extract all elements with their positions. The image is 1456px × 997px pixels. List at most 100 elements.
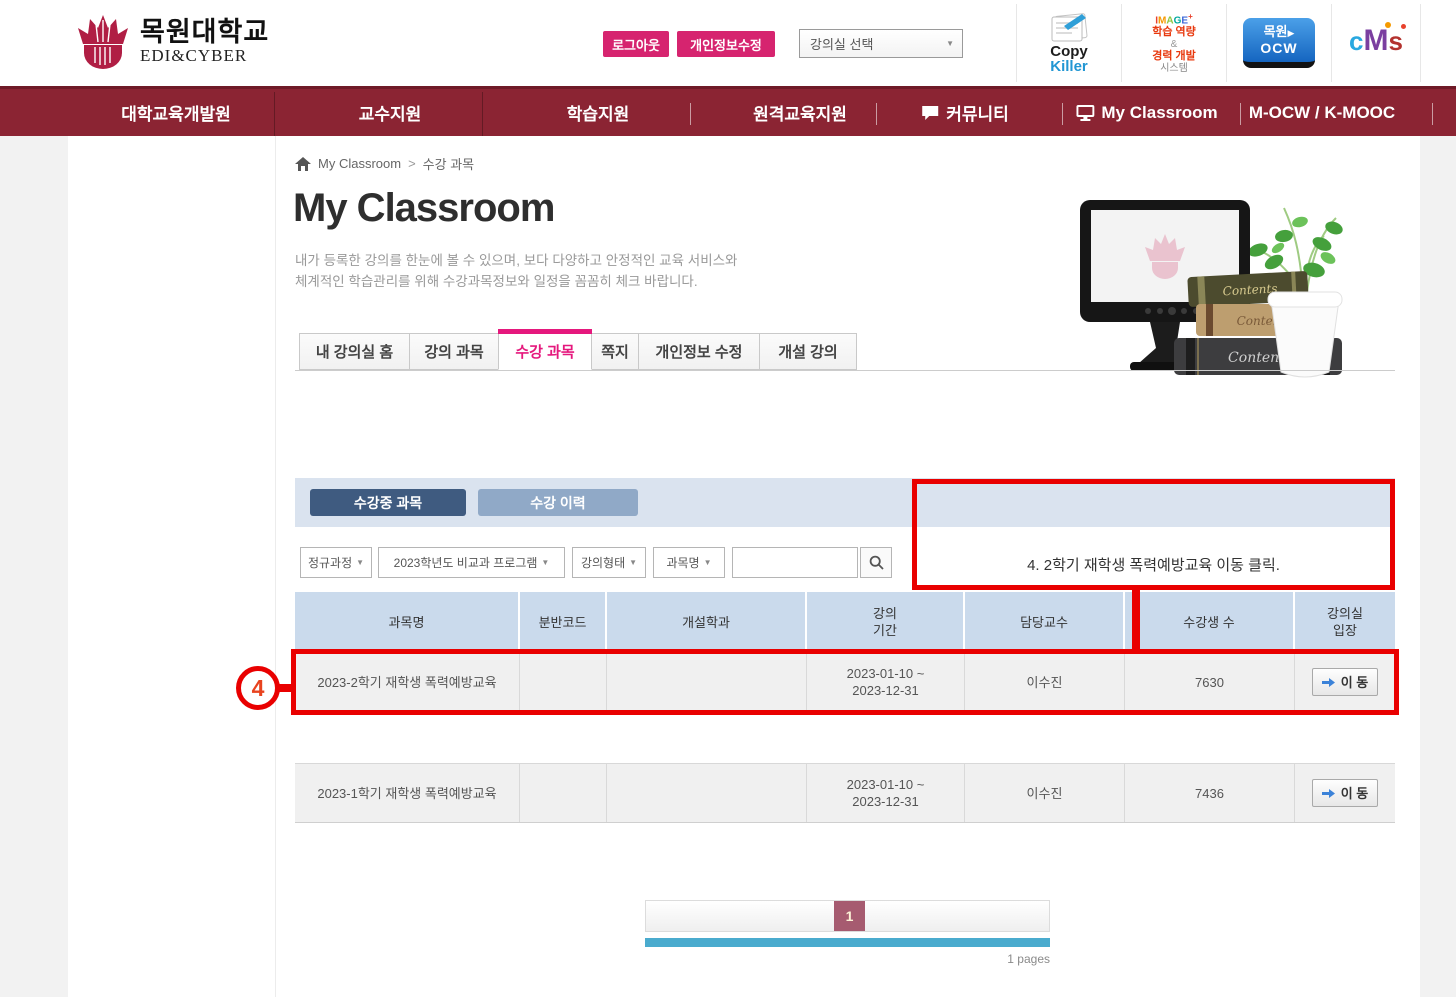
col-header-department: 개설학과 bbox=[607, 592, 807, 652]
divider bbox=[1062, 103, 1063, 125]
nav-item-professor-support[interactable]: 교수지원 bbox=[359, 89, 422, 136]
ocw-line2: OCW bbox=[1260, 41, 1297, 56]
course-history-button[interactable]: 수강 이력 bbox=[478, 489, 638, 516]
nav-item-my-classroom[interactable]: My Classroom bbox=[1076, 89, 1217, 136]
logout-button[interactable]: 로그아웃 bbox=[603, 31, 669, 57]
pagination-bar: 1 bbox=[645, 900, 1050, 932]
col-header-period: 강의기간 bbox=[807, 592, 965, 652]
university-logo[interactable]: 목원대학교 EDI&CYBER bbox=[76, 14, 269, 70]
image-plus-system-link[interactable]: IMAGE+ 학습 역량 & 경력 개발 시스템 bbox=[1122, 0, 1226, 86]
page-description-line2: 체계적인 학습관리를 위해 수강과목정보와 일정을 꼼꼼히 체크 바랍니다. bbox=[295, 271, 737, 292]
main-navigation: 대학교육개발원 교수지원 학습지원 원격교육지원 커뮤니티 My Classro… bbox=[0, 86, 1456, 136]
move-button[interactable]: 이 동 bbox=[1312, 779, 1378, 807]
cell-class-code bbox=[520, 764, 607, 822]
cell-department bbox=[607, 764, 807, 822]
breadcrumb: My Classroom > 수강 과목 bbox=[295, 154, 474, 173]
current-courses-button[interactable]: 수강중 과목 bbox=[310, 489, 466, 516]
cell-subject: 2023-1학기 재학생 폭력예방교육 bbox=[295, 764, 520, 822]
nav-item-learning-support[interactable]: 학습지원 bbox=[567, 89, 630, 136]
tab-opened-lectures[interactable]: 개설 강의 bbox=[759, 333, 857, 370]
image-plus-line1: 학습 역량 bbox=[1152, 26, 1196, 39]
progress-bar bbox=[645, 938, 1050, 947]
copykiller-line2: Killer bbox=[1050, 59, 1088, 75]
col-header-subject: 과목명 bbox=[295, 592, 520, 652]
col-header-professor: 담당교수 bbox=[965, 592, 1125, 652]
table-row: 2023-1학기 재학생 폭력예방교육 2023-01-10 ~2023-12-… bbox=[295, 763, 1395, 823]
left-gutter bbox=[0, 136, 68, 997]
image-plus-title: IMAGE+ bbox=[1155, 11, 1192, 26]
logo-univ-name: 목원대학교 bbox=[140, 18, 269, 46]
copykiller-document-icon bbox=[1046, 12, 1092, 42]
chevron-down-icon: ▼ bbox=[541, 558, 549, 567]
course-type-filter[interactable]: 정규과정▼ bbox=[300, 547, 372, 578]
pages-label: 1 pages bbox=[645, 952, 1050, 966]
classroom-tabs: 내 강의실 홈 강의 과목 수강 과목 쪽지 개인정보 수정 개설 강의 bbox=[300, 333, 857, 370]
tab-edit-personal-info[interactable]: 개인정보 수정 bbox=[638, 333, 760, 370]
search-icon bbox=[869, 555, 884, 570]
home-icon bbox=[295, 157, 311, 171]
divider bbox=[274, 92, 275, 136]
tab-lecture-subjects[interactable]: 강의 과목 bbox=[409, 333, 499, 370]
course-table-header: 과목명 분반코드 개설학과 강의기간 담당교수 수강생 수 강의실입장 bbox=[295, 592, 1395, 652]
divider bbox=[876, 103, 877, 125]
nav-item-mocw-kmooc[interactable]: M-OCW / K-MOOC bbox=[1249, 89, 1395, 136]
search-input[interactable] bbox=[732, 547, 858, 578]
annotation-step-text: 4. 2학기 재학생 폭력예방교육 이동 클릭. bbox=[917, 554, 1390, 575]
monitor-icon bbox=[1076, 105, 1094, 121]
classroom-select-dropdown[interactable]: 강의실 선택 ▼ bbox=[799, 29, 963, 58]
chevron-down-icon: ▼ bbox=[356, 558, 364, 567]
search-button[interactable] bbox=[860, 547, 892, 578]
chat-icon bbox=[921, 105, 939, 121]
annotation-step-box: 4. 2학기 재학생 폭력예방교육 이동 클릭. bbox=[912, 479, 1395, 590]
divider bbox=[1240, 103, 1241, 125]
annotation-step-number: 4 bbox=[252, 675, 265, 702]
divider bbox=[1420, 4, 1421, 82]
mokwon-ocw-link[interactable]: 목원▶ OCW bbox=[1227, 0, 1331, 86]
divider bbox=[482, 92, 483, 136]
tab-enrolled-subjects[interactable]: 수강 과목 bbox=[498, 333, 592, 370]
arrow-right-icon bbox=[1322, 788, 1335, 799]
divider bbox=[690, 103, 691, 125]
chevron-down-icon: ▼ bbox=[629, 558, 637, 567]
tulip-logo-icon bbox=[76, 14, 130, 70]
cell-professor: 이수진 bbox=[965, 764, 1125, 822]
tab-notes[interactable]: 쪽지 bbox=[591, 333, 639, 370]
divider bbox=[275, 136, 276, 997]
cms-logo: cMs bbox=[1349, 26, 1403, 61]
edit-personal-info-button[interactable]: 개인정보수정 bbox=[677, 31, 775, 57]
image-plus-line3: 경력 개발 bbox=[1152, 50, 1196, 63]
annotation-row-box bbox=[291, 649, 1399, 715]
cms-link[interactable]: cMs bbox=[1332, 0, 1420, 86]
active-tab-indicator bbox=[498, 329, 592, 334]
nav-item-community[interactable]: 커뮤니티 bbox=[921, 89, 1009, 136]
lecture-type-filter[interactable]: 강의형태▼ bbox=[572, 547, 646, 578]
tab-my-classroom-home[interactable]: 내 강의실 홈 bbox=[299, 333, 410, 370]
logo-sub-name: EDI&CYBER bbox=[140, 46, 269, 66]
mokwon-my-classroom-page: 목원대학교 EDI&CYBER 로그아웃 개인정보수정 강의실 선택 ▼ Cop… bbox=[0, 0, 1456, 997]
divider bbox=[295, 370, 1395, 371]
breadcrumb-current: 수강 과목 bbox=[423, 154, 474, 173]
copykiller-line1: Copy bbox=[1050, 44, 1088, 59]
nav-item-remote-edu-support[interactable]: 원격교육지원 bbox=[753, 89, 847, 136]
ocw-line1: 목원 bbox=[1264, 24, 1288, 39]
chevron-down-icon: ▼ bbox=[704, 558, 712, 567]
nav-item-edu-dev[interactable]: 대학교육개발원 bbox=[121, 89, 230, 136]
classroom-illustration: Contents Contents Contents bbox=[1078, 192, 1378, 382]
page-number-button[interactable]: 1 bbox=[834, 901, 865, 931]
annotation-step-circle: 4 bbox=[236, 666, 280, 710]
divider bbox=[1432, 103, 1433, 125]
site-header: 목원대학교 EDI&CYBER 로그아웃 개인정보수정 강의실 선택 ▼ Cop… bbox=[0, 0, 1456, 86]
ocw-tv-icon: 목원▶ OCW bbox=[1243, 18, 1315, 68]
col-header-class-code: 분반코드 bbox=[520, 592, 607, 652]
annotation-connector-vertical bbox=[1132, 585, 1140, 654]
chevron-down-icon: ▼ bbox=[946, 39, 954, 48]
classroom-select-value: 강의실 선택 bbox=[810, 34, 873, 53]
subject-field-select[interactable]: 과목명▼ bbox=[653, 547, 725, 578]
right-gutter bbox=[1420, 136, 1456, 997]
page-description-line1: 내가 등록한 강의를 한눈에 볼 수 있으며, 보다 다양하고 안정적인 교육 … bbox=[295, 250, 737, 271]
cell-student-count: 7436 bbox=[1125, 764, 1295, 822]
program-filter[interactable]: 2023학년도 비교과 프로그램▼ bbox=[378, 547, 565, 578]
cell-period: 2023-01-10 ~2023-12-31 bbox=[807, 764, 965, 822]
copykiller-link[interactable]: Copy Killer bbox=[1017, 0, 1121, 86]
breadcrumb-root[interactable]: My Classroom bbox=[318, 156, 401, 171]
